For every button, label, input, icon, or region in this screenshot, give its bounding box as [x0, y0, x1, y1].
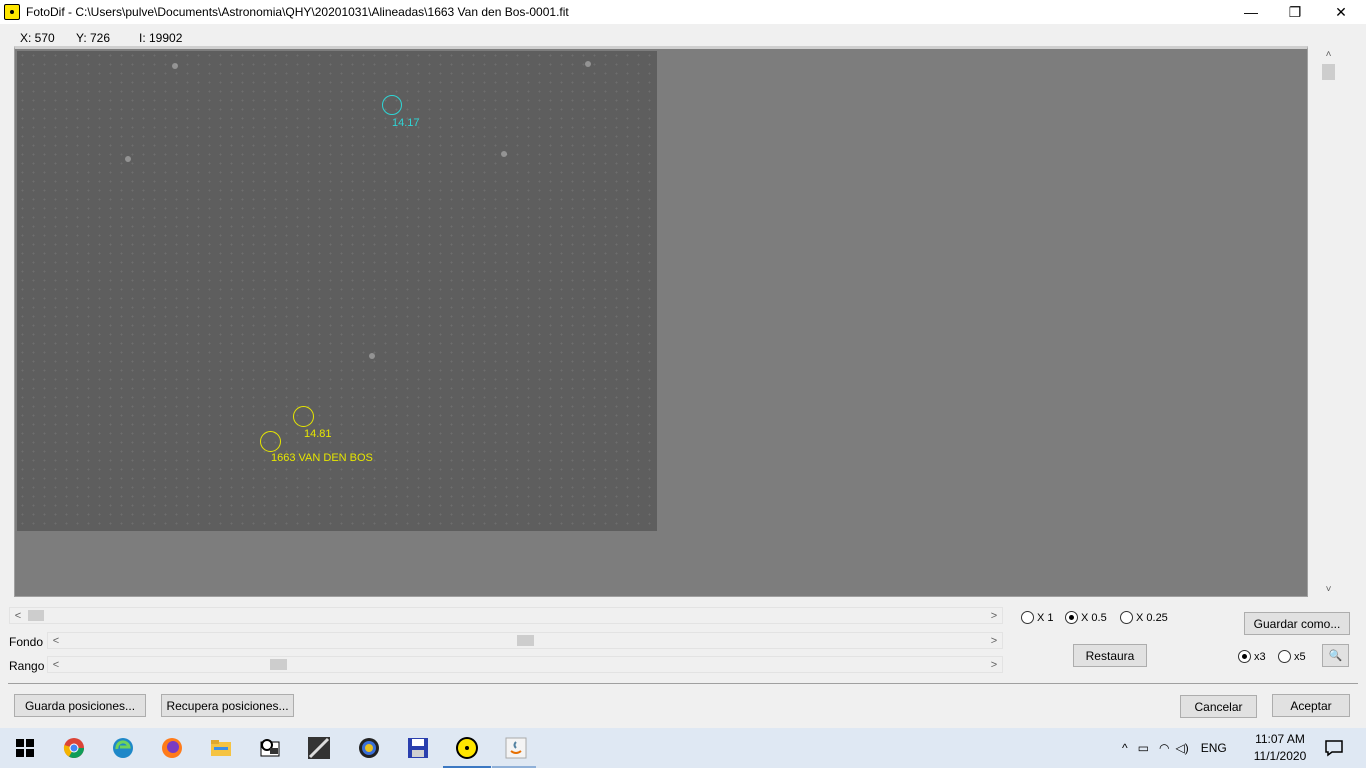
save-disk-icon[interactable]	[404, 734, 432, 762]
star-magnitude-label: 14.81	[304, 428, 332, 440]
scroll-down-arrow-icon[interactable]: ˅	[1320, 581, 1337, 598]
minimize-button[interactable]: —	[1228, 0, 1274, 24]
window-title: FotoDif - C:\Users\pulve\Documents\Astro…	[26, 5, 569, 19]
fotodif-taskbar-icon[interactable]	[453, 734, 481, 762]
magnifier-icon: 🔍	[1328, 650, 1343, 662]
radio-circle[interactable]	[1278, 650, 1291, 663]
fotodif-app-icon	[4, 4, 20, 20]
star	[125, 156, 131, 162]
star-marker-circle[interactable]	[382, 95, 402, 115]
maximize-button[interactable]: ❐	[1272, 0, 1318, 24]
system-tray: ^ ▭ ◠ ◁) ENG	[1122, 728, 1227, 768]
fondo-right-arrow-icon[interactable]: >	[986, 633, 1002, 648]
zoom-x025-label: X 0.25	[1136, 611, 1168, 624]
radio-circle[interactable]	[1120, 611, 1133, 624]
horizontal-scroll-thumb[interactable]	[28, 610, 44, 621]
fondo-slider-thumb[interactable]	[517, 635, 534, 646]
title-bar: FotoDif - C:\Users\pulve\Documents\Astro…	[0, 0, 1366, 24]
edge-icon[interactable]	[109, 734, 137, 762]
image-viewer[interactable]: 14.17 14.81 1663 VAN DEN BOS	[14, 46, 1308, 597]
close-button[interactable]: ✕	[1318, 0, 1364, 24]
rango-slider-thumb[interactable]	[270, 659, 287, 670]
taskbar: ^ ▭ ◠ ◁) ENG 11:07 AM 11/1/2020	[0, 728, 1366, 768]
target-marker-circle[interactable]	[260, 431, 281, 452]
star	[501, 151, 507, 157]
volume-icon[interactable]: ◁)	[1175, 741, 1188, 755]
chrome-icon[interactable]	[60, 734, 88, 762]
fondo-label: Fondo	[9, 635, 44, 649]
cancelar-button[interactable]: Cancelar	[1180, 695, 1257, 718]
y-coordinate: Y: 726	[76, 31, 111, 45]
target-name-label: 1663 VAN DEN BOS	[271, 452, 373, 464]
mag-x3-radio[interactable]: x3	[1238, 650, 1266, 663]
magnifier-button[interactable]: 🔍	[1322, 644, 1349, 667]
mag-x3-label: x3	[1254, 650, 1266, 663]
radio-circle[interactable]	[1021, 611, 1034, 624]
guardar-como-button[interactable]: Guardar como...	[1244, 612, 1350, 635]
vertical-scrollbar[interactable]: ˄ ˅	[1320, 46, 1337, 598]
java-icon[interactable]	[502, 734, 530, 762]
fondo-slider[interactable]: < >	[47, 632, 1003, 649]
tray-chevron-up-icon[interactable]: ^	[1122, 741, 1128, 755]
star-marker-circle[interactable]	[293, 406, 314, 427]
horizontal-scrollbar[interactable]: < >	[9, 607, 1003, 624]
scroll-right-arrow-icon[interactable]: >	[986, 608, 1002, 623]
star	[172, 63, 178, 69]
restaura-button[interactable]: Restaura	[1073, 644, 1147, 667]
windows-start-icon[interactable]	[11, 734, 39, 762]
rango-right-arrow-icon[interactable]: >	[986, 657, 1002, 672]
wifi-icon[interactable]: ◠	[1159, 741, 1169, 755]
intensity-value: I: 19902	[139, 31, 183, 45]
app-icon-gadget[interactable]	[256, 734, 284, 762]
clock-time: 11:07 AM	[1255, 732, 1305, 746]
x-coordinate: X: 570	[20, 31, 55, 45]
star-magnitude-label: 14.17	[392, 117, 420, 129]
zoom-x1-label: X 1	[1037, 611, 1054, 624]
guarda-posiciones-button[interactable]: Guarda posiciones...	[14, 694, 146, 717]
separator	[8, 683, 1358, 684]
zoom-x05-radio[interactable]: X 0.5	[1065, 611, 1107, 624]
file-explorer-icon[interactable]	[207, 734, 235, 762]
scroll-up-arrow-icon[interactable]: ˄	[1320, 46, 1337, 63]
app-icon-spectrum[interactable]	[355, 734, 383, 762]
zoom-x1-radio[interactable]: X 1	[1021, 611, 1054, 624]
star	[585, 61, 591, 67]
mag-x5-radio[interactable]: x5	[1278, 650, 1306, 663]
rango-label: Rango	[9, 659, 45, 673]
language-indicator[interactable]: ENG	[1201, 741, 1227, 755]
app-icon-comet[interactable]	[305, 734, 333, 762]
fondo-left-arrow-icon[interactable]: <	[48, 633, 64, 648]
star	[369, 353, 375, 359]
recupera-posiciones-button[interactable]: Recupera posiciones...	[161, 694, 294, 717]
taskbar-clock[interactable]: 11:07 AM 11/1/2020	[1250, 731, 1310, 765]
fits-image[interactable]: 14.17 14.81 1663 VAN DEN BOS	[17, 51, 657, 531]
rango-slider[interactable]: < >	[47, 656, 1003, 673]
mag-x5-label: x5	[1294, 650, 1306, 663]
vertical-scroll-thumb[interactable]	[1322, 64, 1335, 80]
scroll-left-arrow-icon[interactable]: <	[10, 608, 26, 623]
radio-circle-selected[interactable]	[1065, 611, 1078, 624]
clock-date: 11/1/2020	[1253, 749, 1307, 763]
aceptar-button[interactable]: Aceptar	[1272, 694, 1350, 717]
notification-icon[interactable]	[1320, 734, 1348, 762]
zoom-x025-radio[interactable]: X 0.25	[1120, 611, 1168, 624]
rango-left-arrow-icon[interactable]: <	[48, 657, 64, 672]
battery-icon[interactable]: ▭	[1138, 741, 1149, 755]
zoom-x05-label: X 0.5	[1081, 611, 1107, 624]
firefox-icon[interactable]	[158, 734, 186, 762]
radio-circle-selected[interactable]	[1238, 650, 1251, 663]
